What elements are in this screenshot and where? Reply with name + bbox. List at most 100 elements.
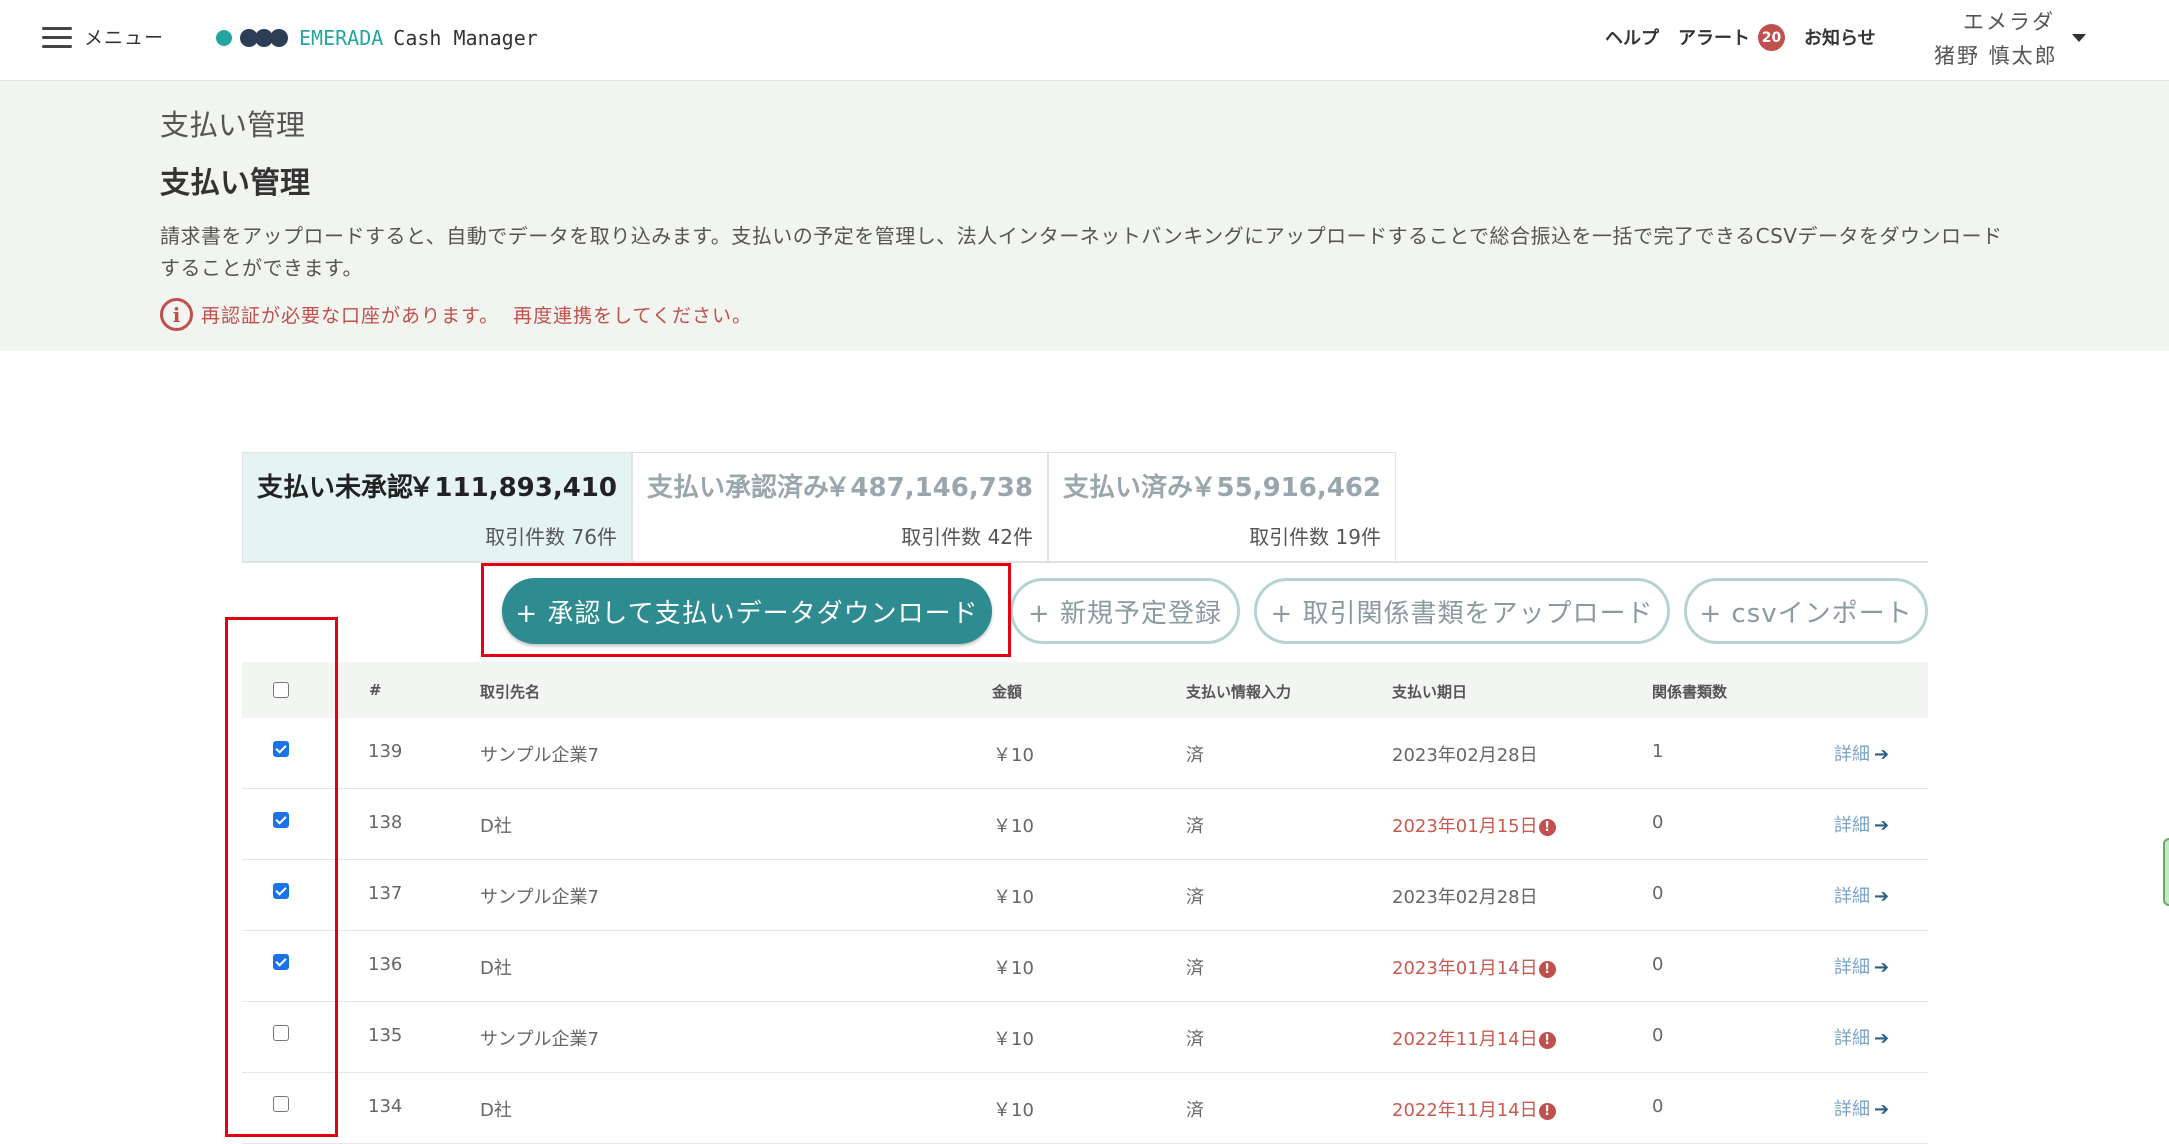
document-count: 1 xyxy=(1652,741,1664,762)
detail-label: 詳細 xyxy=(1834,957,1870,978)
document-count: 0 xyxy=(1652,954,1664,975)
due-date-cell: 2023年02月28日 xyxy=(1392,741,1538,767)
detail-label: 詳細 xyxy=(1834,1099,1870,1120)
tab-paid[interactable]: 支払い済み ￥55,916,462 取引件数 19件 xyxy=(1048,452,1396,562)
app-logo[interactable]: EMERADA Cash Manager xyxy=(216,26,538,50)
page-description: 請求書をアップロードすると、自動でデータを取り込みます。支払いの予定を管理し、法… xyxy=(160,224,2003,280)
due-date: 2022年11月14日 xyxy=(1392,1100,1538,1121)
detail-link[interactable]: 詳細 ➔ xyxy=(1834,1024,1889,1050)
vendor-name: D社 xyxy=(480,1100,512,1121)
vendor-name: サンプル企業7 xyxy=(480,745,599,766)
relink-link[interactable]: 再度連携をしてください。 xyxy=(513,301,752,328)
side-feedback-tab[interactable] xyxy=(2163,838,2169,906)
row-number: 134 xyxy=(368,1096,403,1117)
amount: ￥10 xyxy=(993,887,1034,908)
arrow-right-icon: ➔ xyxy=(1874,815,1890,836)
column-header-number: # xyxy=(369,681,382,699)
alert-count-badge: 20 xyxy=(1758,24,1785,51)
new-schedule-button[interactable]: + 新規予定登録 xyxy=(1010,578,1240,644)
vendor-name: サンプル企業7 xyxy=(480,887,599,908)
breadcrumb[interactable]: 支払い管理 xyxy=(160,102,305,144)
payment-info-status: 済 xyxy=(1186,887,1204,908)
detail-link[interactable]: 詳細 ➔ xyxy=(1834,953,1889,979)
detail-link[interactable]: 詳細 ➔ xyxy=(1834,811,1889,837)
due-date: 2022年11月14日 xyxy=(1392,1029,1538,1050)
payment-info-status: 済 xyxy=(1186,745,1204,766)
amount: ￥10 xyxy=(993,816,1034,837)
logo-dots-icon xyxy=(216,29,288,47)
upload-documents-button[interactable]: + 取引関係書類をアップロード xyxy=(1254,578,1670,644)
highlight-checkbox-column xyxy=(225,617,338,1137)
detail-label: 詳細 xyxy=(1834,744,1870,765)
due-date-cell: 2022年11月14日! xyxy=(1392,1096,1556,1122)
row-number: 139 xyxy=(368,741,403,762)
user-menu-caret-icon[interactable] xyxy=(2072,34,2086,42)
news-link[interactable]: お知らせ xyxy=(1804,24,1876,50)
detail-link[interactable]: 詳細 ➔ xyxy=(1834,740,1889,766)
user-name[interactable]: 猪野 慎太郎 xyxy=(1934,40,2058,70)
column-header-due-date: 支払い期日 xyxy=(1392,683,1468,701)
tab-unapproved[interactable]: 支払い未承認 ￥111,893,410 取引件数 76件 xyxy=(242,452,632,562)
due-date-cell: 2023年02月28日 xyxy=(1392,883,1538,909)
overdue-alert-icon: ! xyxy=(1538,961,1556,978)
table-row[interactable]: 139 サンプル企業7 ￥10 済 2023年02月28日 1 詳細 ➔ xyxy=(242,718,1928,789)
tab-count: 取引件数 76件 xyxy=(485,525,617,549)
amount: ￥10 xyxy=(993,958,1034,979)
reauth-warning: i 再認証が必要な口座があります。 再度連携をしてください。 xyxy=(160,298,752,331)
alert-link[interactable]: アラート xyxy=(1678,24,1750,50)
row-number: 138 xyxy=(368,812,403,833)
vendor-name: D社 xyxy=(480,816,512,837)
detail-link[interactable]: 詳細 ➔ xyxy=(1834,1095,1889,1121)
column-header-amount: 金額 xyxy=(992,683,1023,701)
warning-text: 再認証が必要な口座があります。 xyxy=(201,305,500,327)
row-number: 136 xyxy=(368,954,403,975)
column-header-payment-info: 支払い情報入力 xyxy=(1186,683,1292,701)
product-name: Cash Manager xyxy=(393,26,538,50)
top-header: メニュー EMERADA Cash Manager ヘルプ アラート 20 お知ら… xyxy=(0,0,2169,81)
arrow-right-icon: ➔ xyxy=(1874,744,1890,765)
help-link[interactable]: ヘルプ xyxy=(1605,24,1659,50)
payment-info-status: 済 xyxy=(1186,1100,1204,1121)
hamburger-icon xyxy=(42,25,72,49)
payment-info-status: 済 xyxy=(1186,1029,1204,1050)
tab-approved[interactable]: 支払い承認済み ￥487,146,738 取引件数 42件 xyxy=(632,452,1048,562)
detail-label: 詳細 xyxy=(1834,815,1870,836)
arrow-right-icon: ➔ xyxy=(1874,886,1890,907)
table-row[interactable]: 135 サンプル企業7 ￥10 済 2022年11月14日! 0 詳細 ➔ xyxy=(242,1002,1928,1073)
vendor-name: D社 xyxy=(480,958,512,979)
row-number: 137 xyxy=(368,883,403,904)
tab-title: 支払い承認済み xyxy=(647,473,830,503)
payment-info-status: 済 xyxy=(1186,958,1204,979)
csv-import-button[interactable]: + csvインポート xyxy=(1684,578,1928,644)
table-row[interactable]: 134 D社 ￥10 済 2022年11月14日! 0 詳細 ➔ xyxy=(242,1073,1928,1144)
menu-button[interactable]: メニュー xyxy=(42,23,164,50)
due-date: 2023年01月14日 xyxy=(1392,958,1538,979)
tab-count: 取引件数 42件 xyxy=(901,525,1033,549)
row-number: 135 xyxy=(368,1025,403,1046)
arrow-right-icon: ➔ xyxy=(1874,1028,1890,1049)
due-date-cell: 2023年01月15日! xyxy=(1392,812,1556,838)
tab-amount: ￥111,893,410 xyxy=(408,473,617,503)
user-organization[interactable]: エメラダ xyxy=(1963,6,2055,36)
table-row[interactable]: 136 D社 ￥10 済 2023年01月14日! 0 詳細 ➔ xyxy=(242,931,1928,1002)
arrow-right-icon: ➔ xyxy=(1874,957,1890,978)
table-row[interactable]: 138 D社 ￥10 済 2023年01月15日! 0 詳細 ➔ xyxy=(242,789,1928,860)
due-date-cell: 2023年01月14日! xyxy=(1392,954,1556,980)
tab-title: 支払い済み xyxy=(1063,473,1194,503)
amount: ￥10 xyxy=(993,1029,1034,1050)
overdue-alert-icon: ! xyxy=(1538,1032,1556,1049)
brand-name: EMERADA xyxy=(299,26,384,50)
warning-info-icon: i xyxy=(160,298,193,331)
due-date: 2023年02月28日 xyxy=(1392,887,1538,908)
due-date-cell: 2022年11月14日! xyxy=(1392,1025,1556,1051)
document-count: 0 xyxy=(1652,1025,1664,1046)
overdue-alert-icon: ! xyxy=(1538,1103,1556,1120)
document-count: 0 xyxy=(1652,812,1664,833)
document-count: 0 xyxy=(1652,883,1664,904)
tab-amount: ￥55,916,462 xyxy=(1190,473,1381,503)
detail-link[interactable]: 詳細 ➔ xyxy=(1834,882,1889,908)
table-row[interactable]: 137 サンプル企業7 ￥10 済 2023年02月28日 0 詳細 ➔ xyxy=(242,860,1928,931)
tab-amount: ￥487,146,738 xyxy=(824,473,1033,503)
due-date: 2023年02月28日 xyxy=(1392,745,1538,766)
column-header-documents: 関係書類数 xyxy=(1652,683,1728,701)
